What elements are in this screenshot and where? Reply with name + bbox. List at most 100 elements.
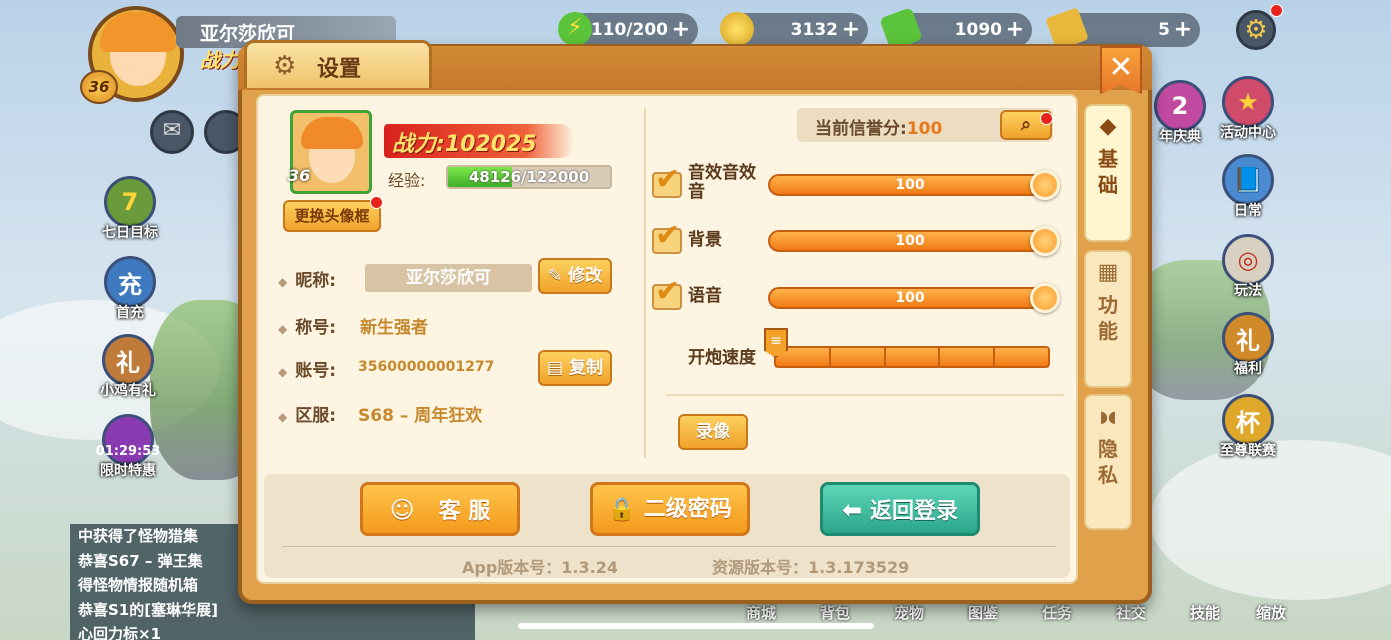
energy-counter[interactable]: ⚡ 110/200 + bbox=[558, 12, 698, 47]
diamond-bullet-icon: ◆ bbox=[278, 275, 288, 289]
bgm-volume-value: 100 bbox=[895, 233, 925, 249]
nav-codex[interactable]: 图鉴 bbox=[968, 602, 998, 623]
limited-offer-icon[interactable]: 01:29:53 限时特惠 bbox=[96, 414, 160, 480]
gear-icon: ⚙ bbox=[273, 51, 297, 81]
ticket-counter[interactable]: 5 + bbox=[1045, 7, 1200, 51]
back-to-login-label: 返回登录 bbox=[870, 499, 959, 524]
account-row: ◆ 账号: bbox=[278, 356, 336, 381]
second-password-button[interactable]: 🔒 二级密码 bbox=[590, 482, 750, 536]
sfx-volume-value: 100 bbox=[895, 177, 925, 193]
anniversary-label: 年庆典 bbox=[1159, 129, 1201, 145]
cash-plus-icon[interactable]: + bbox=[1006, 13, 1024, 47]
nav-social[interactable]: 社交 bbox=[1116, 602, 1146, 623]
function-icon: ▦ bbox=[1097, 260, 1119, 285]
server-value: S68 – 周年狂欢 bbox=[358, 406, 483, 426]
sfx-label: 音效音效音 bbox=[688, 163, 756, 202]
column-divider bbox=[644, 108, 646, 458]
edit-nickname-button[interactable]: ✎ 修改 bbox=[538, 258, 612, 294]
gold-plus-icon[interactable]: + bbox=[842, 13, 860, 47]
bgm-checkbox[interactable]: ✔ bbox=[652, 218, 682, 254]
slider-knob[interactable] bbox=[1030, 170, 1060, 200]
seven-days-glyph: 7 bbox=[104, 176, 156, 228]
voice-label: 语音 bbox=[688, 286, 722, 306]
anniversary-icon[interactable]: 2 年庆典 bbox=[1150, 80, 1210, 146]
account-value: 35600000001277 bbox=[358, 359, 495, 375]
resource-version: 资源版本号：1.3.173529 bbox=[712, 558, 910, 577]
home-indicator[interactable] bbox=[518, 623, 874, 629]
back-to-login-button[interactable]: ⬅ 返回登录 bbox=[820, 482, 980, 536]
energy-value: 110/200 bbox=[590, 20, 668, 40]
copy-account-button[interactable]: ▤ 复制 bbox=[538, 350, 612, 386]
diamond-bullet-icon: ◆ bbox=[278, 365, 288, 379]
gold-coin-icon bbox=[720, 12, 754, 46]
supreme-league-icon[interactable]: 杯 至尊联赛 bbox=[1212, 394, 1284, 460]
chat-line: 心回力标×1 bbox=[78, 625, 162, 640]
check-icon: ✔ bbox=[655, 274, 681, 309]
dialog-title: 设置 bbox=[317, 57, 362, 82]
first-recharge-label: 首充 bbox=[116, 305, 144, 321]
nav-task[interactable]: 任务 bbox=[1042, 602, 1072, 623]
diamond-bullet-icon: ◆ bbox=[278, 322, 288, 336]
limited-offer-timer: 01:29:53 bbox=[96, 414, 160, 466]
record-video-button[interactable]: 录像 bbox=[678, 414, 748, 450]
chick-gift-glyph: 礼 bbox=[102, 334, 154, 386]
change-avatar-frame-button[interactable]: 更换头像框 bbox=[283, 200, 381, 232]
daily-icon[interactable]: 📘 日常 bbox=[1218, 154, 1278, 220]
cube-icon: ◆ bbox=[1099, 114, 1117, 139]
nav-bag[interactable]: 背包 bbox=[820, 602, 850, 623]
customer-service-button[interactable]: ☺ 客 服 bbox=[360, 482, 520, 536]
account-label: 账号: bbox=[295, 361, 337, 381]
energy-plus-icon[interactable]: + bbox=[672, 13, 690, 47]
server-label: 区服: bbox=[295, 406, 337, 426]
player-level-badge: 36 bbox=[80, 70, 118, 104]
nav-pet[interactable]: 宠物 bbox=[894, 602, 924, 623]
limited-offer-label: 限时特惠 bbox=[100, 463, 156, 479]
seven-days-icon[interactable]: 7 七日目标 bbox=[100, 176, 160, 242]
voice-checkbox[interactable]: ✔ bbox=[652, 274, 682, 310]
nickname-label: 昵称: bbox=[295, 271, 337, 291]
nav-skill[interactable]: 技能 bbox=[1190, 602, 1220, 623]
chick-gift-icon[interactable]: 礼 小鸡有礼 bbox=[98, 334, 158, 400]
first-recharge-icon[interactable]: 充 首充 bbox=[100, 256, 160, 322]
avatar-notification-dot bbox=[370, 196, 383, 209]
tab-privacy[interactable]: ◗◖ 隐 私 bbox=[1084, 394, 1132, 530]
event-center-icon[interactable]: ★ 活动中心 bbox=[1218, 76, 1278, 142]
nav-shop[interactable]: 商城 bbox=[746, 602, 776, 623]
profile-level: 36 bbox=[288, 166, 311, 185]
sfx-volume-slider[interactable]: 100 bbox=[768, 170, 1060, 200]
cash-counter[interactable]: 1090 + bbox=[879, 7, 1032, 51]
mail-icon[interactable]: ✉ bbox=[150, 110, 194, 154]
seven-days-label: 七日目标 bbox=[102, 225, 158, 241]
copy-button-label: 复制 bbox=[568, 358, 603, 378]
fire-speed-label: 开炮速度 bbox=[688, 348, 756, 368]
credit-notification-dot bbox=[1040, 112, 1053, 125]
gameplay-icon[interactable]: ◎ 玩法 bbox=[1218, 234, 1278, 300]
nav-zoom[interactable]: 缩放 bbox=[1256, 602, 1286, 623]
first-recharge-glyph: 充 bbox=[104, 256, 156, 308]
credit-label: 当前信誉分: bbox=[815, 119, 907, 139]
daily-glyph: 📘 bbox=[1222, 154, 1274, 206]
title-value: 新生强者 bbox=[360, 318, 428, 338]
gold-counter[interactable]: 3132 + bbox=[720, 12, 868, 47]
copy-icon: ▤ bbox=[547, 358, 564, 378]
bgm-volume-slider[interactable]: 100 bbox=[768, 226, 1060, 256]
slider-knob[interactable] bbox=[1030, 283, 1060, 313]
fire-speed-slider[interactable] bbox=[774, 346, 1050, 368]
welfare-icon[interactable]: 礼 福利 bbox=[1218, 312, 1278, 378]
check-icon: ✔ bbox=[655, 162, 681, 197]
voice-volume-slider[interactable]: 100 bbox=[768, 283, 1060, 313]
supreme-league-label: 至尊联赛 bbox=[1220, 443, 1276, 459]
slider-knob[interactable] bbox=[1030, 226, 1060, 256]
settings-gear-icon[interactable]: ⚙ bbox=[1236, 10, 1276, 50]
gameplay-label: 玩法 bbox=[1234, 283, 1262, 299]
pencil-icon: ✎ bbox=[547, 266, 563, 286]
tab-basic[interactable]: ◆ 基 础 bbox=[1084, 104, 1132, 242]
version-divider bbox=[282, 546, 1056, 547]
server-row: ◆ 区服: bbox=[278, 401, 336, 426]
power-value: 102025 bbox=[444, 132, 537, 157]
daily-label: 日常 bbox=[1234, 203, 1262, 219]
tab-function[interactable]: ▦ 功 能 bbox=[1084, 250, 1132, 388]
ticket-plus-icon[interactable]: + bbox=[1174, 13, 1192, 47]
supreme-league-glyph: 杯 bbox=[1222, 394, 1274, 446]
sfx-checkbox[interactable]: ✔ bbox=[652, 162, 682, 198]
